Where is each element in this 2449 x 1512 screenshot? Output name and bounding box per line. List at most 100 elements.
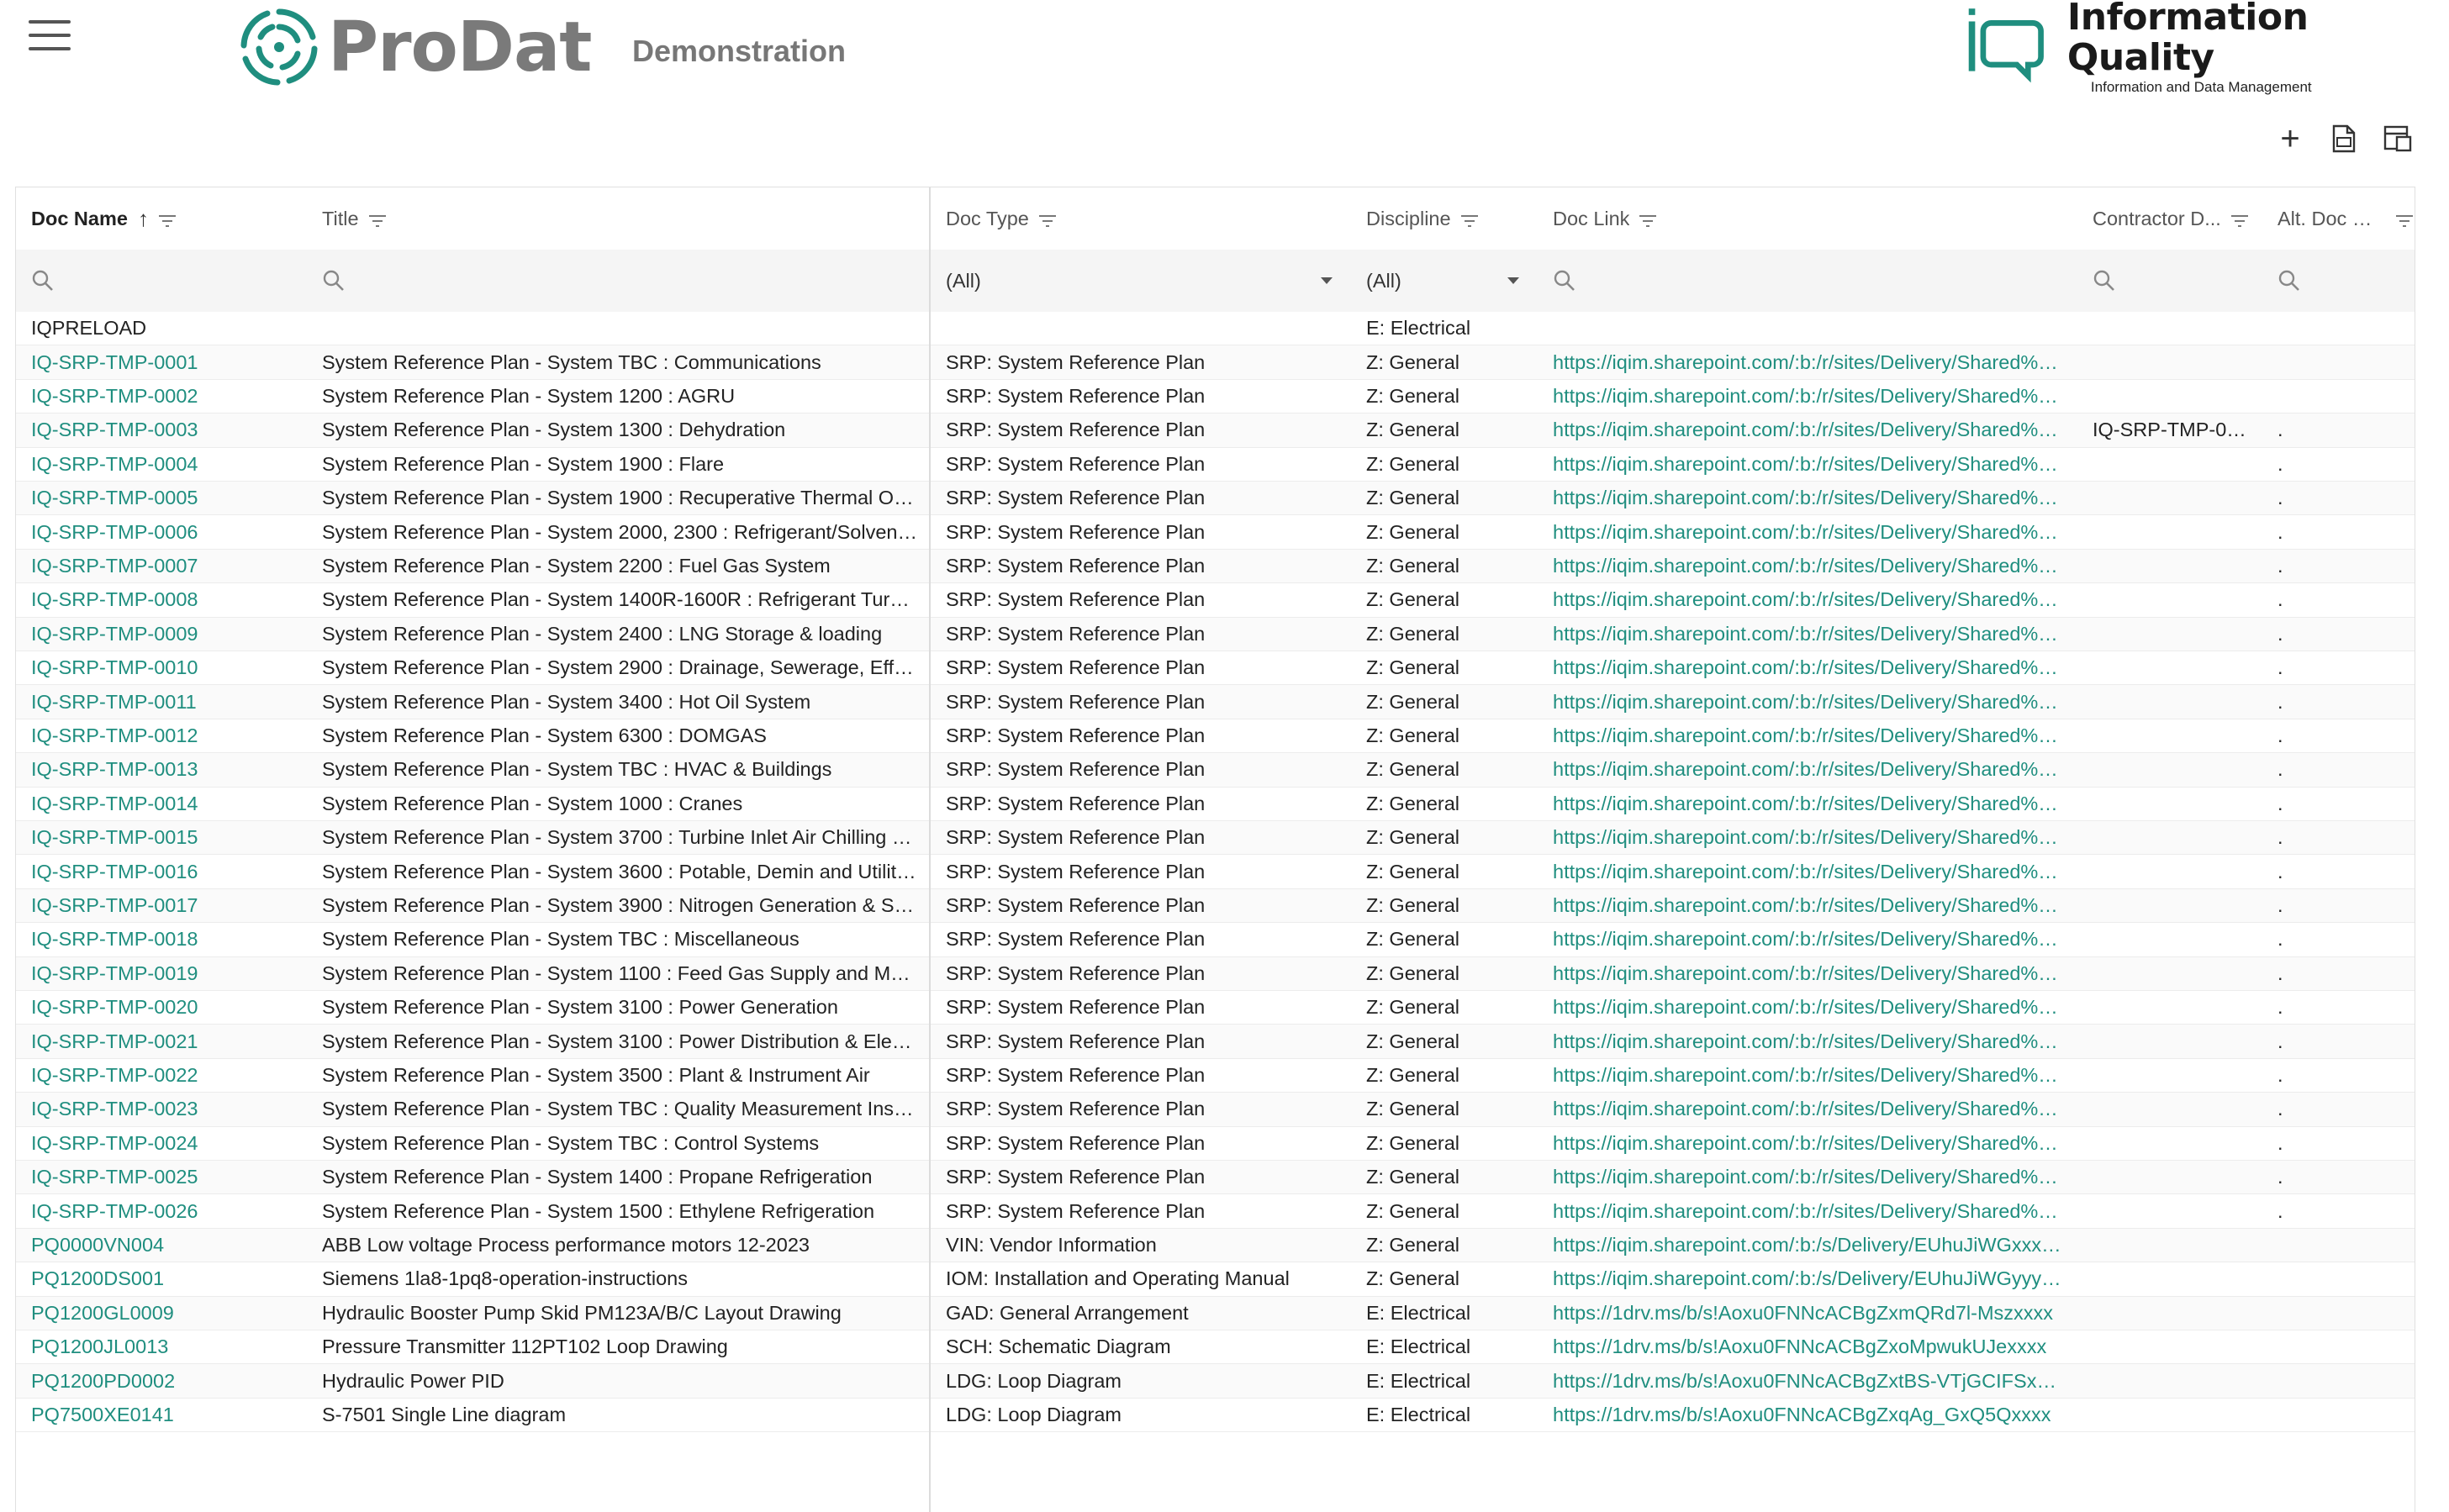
- sort-ascending-icon[interactable]: ↑: [138, 206, 149, 232]
- cell-doc-name[interactable]: IQ-SRP-TMP-0025: [16, 1161, 307, 1193]
- column-header-contractor[interactable]: Contractor D...: [2077, 187, 2262, 250]
- column-header-doc-name[interactable]: Doc Name ↑: [16, 187, 307, 250]
- doc-name-link[interactable]: PQ1200GL0009: [31, 1302, 186, 1325]
- cell-doc-link[interactable]: https://iqim.sharepoint.com/:b:/r/sites/…: [1538, 719, 2077, 752]
- table-row[interactable]: PQ0000VN004 ABB Low voltage Process perfo…: [16, 1228, 2415, 1263]
- hamburger-menu-icon[interactable]: [29, 18, 71, 52]
- cell-doc-link[interactable]: https://1drv.ms/b/s!Aoxu0FNNcACBgZxtBS-V…: [1538, 1364, 2077, 1397]
- cell-doc-link[interactable]: https://iqim.sharepoint.com/:b:/r/sites/…: [1538, 1059, 2077, 1092]
- document-link[interactable]: https://1drv.ms/b/s!Aoxu0FNNcACBgZxoMpwu…: [1553, 1336, 2058, 1358]
- table-row[interactable]: IQ-SRP-TMP-0004 System Reference Plan - S…: [16, 447, 2415, 482]
- document-link[interactable]: https://iqim.sharepoint.com/:b:/r/sites/…: [1553, 894, 2077, 917]
- cell-doc-name[interactable]: PQ0000VN004: [16, 1229, 307, 1262]
- cell-doc-link[interactable]: https://iqim.sharepoint.com/:b:/r/sites/…: [1538, 448, 2077, 481]
- table-row[interactable]: IQ-SRP-TMP-0005 System Reference Plan - S…: [16, 482, 2415, 516]
- table-row[interactable]: IQ-SRP-TMP-0001 System Reference Plan - S…: [16, 345, 2415, 380]
- doc-name-link[interactable]: IQ-SRP-TMP-0009: [31, 623, 210, 645]
- cell-doc-name[interactable]: IQ-SRP-TMP-0014: [16, 788, 307, 820]
- table-row[interactable]: IQ-SRP-TMP-0016 System Reference Plan - S…: [16, 855, 2415, 889]
- table-row[interactable]: IQ-SRP-TMP-0020 System Reference Plan - S…: [16, 991, 2415, 1025]
- document-link[interactable]: https://1drv.ms/b/s!Aoxu0FNNcACBgZxqAg_G…: [1553, 1404, 2062, 1426]
- cell-doc-name[interactable]: IQ-SRP-TMP-0004: [16, 448, 307, 481]
- document-link[interactable]: https://iqim.sharepoint.com/:b:/r/sites/…: [1553, 928, 2077, 951]
- document-link[interactable]: https://iqim.sharepoint.com/:b:/r/sites/…: [1553, 1098, 2077, 1120]
- doc-name-link[interactable]: IQ-SRP-TMP-0013: [31, 758, 210, 781]
- table-row[interactable]: IQ-SRP-TMP-0003 System Reference Plan - S…: [16, 414, 2415, 448]
- dropdown-caret-icon[interactable]: [1507, 277, 1519, 284]
- cell-doc-link[interactable]: https://iqim.sharepoint.com/:b:/r/sites/…: [1538, 889, 2077, 922]
- cell-doc-name[interactable]: IQ-SRP-TMP-0003: [16, 414, 307, 446]
- table-row[interactable]: PQ7500XE0141 S-7501 Single Line diagram LD…: [16, 1398, 2415, 1433]
- doc-name-link[interactable]: IQ-SRP-TMP-0012: [31, 724, 210, 747]
- document-link[interactable]: https://iqim.sharepoint.com/:b:/s/Delive…: [1553, 1267, 2077, 1290]
- cell-doc-name[interactable]: IQ-SRP-TMP-0018: [16, 923, 307, 956]
- cell-doc-link[interactable]: https://iqim.sharepoint.com/:b:/r/sites/…: [1538, 1161, 2077, 1193]
- document-link[interactable]: https://iqim.sharepoint.com/:b:/r/sites/…: [1553, 962, 2077, 985]
- document-link[interactable]: https://iqim.sharepoint.com/:b:/r/sites/…: [1553, 1064, 2077, 1087]
- cell-doc-link[interactable]: https://iqim.sharepoint.com/:b:/r/sites/…: [1538, 1093, 2077, 1125]
- document-link[interactable]: https://iqim.sharepoint.com/:b:/r/sites/…: [1553, 691, 2077, 714]
- cell-doc-link[interactable]: https://iqim.sharepoint.com/:b:/s/Delive…: [1538, 1262, 2077, 1295]
- table-row[interactable]: IQ-SRP-TMP-0017 System Reference Plan - S…: [16, 888, 2415, 924]
- cell-doc-link[interactable]: https://iqim.sharepoint.com/:b:/r/sites/…: [1538, 753, 2077, 786]
- dropdown-caret-icon[interactable]: [1321, 277, 1333, 284]
- cell-doc-name[interactable]: PQ1200PD0002: [16, 1364, 307, 1397]
- doc-name-link[interactable]: IQ-SRP-TMP-0005: [31, 487, 210, 509]
- cell-doc-name[interactable]: PQ1200DS001: [16, 1262, 307, 1295]
- table-row[interactable]: IQ-SRP-TMP-0007 System Reference Plan - S…: [16, 549, 2415, 584]
- cell-doc-link[interactable]: https://iqim.sharepoint.com/:b:/r/sites/…: [1538, 482, 2077, 514]
- doc-name-link[interactable]: PQ1200JL0013: [31, 1336, 180, 1358]
- document-link[interactable]: https://iqim.sharepoint.com/:b:/r/sites/…: [1553, 826, 2077, 849]
- cell-doc-name[interactable]: IQ-SRP-TMP-0013: [16, 753, 307, 786]
- cell-doc-name[interactable]: IQ-SRP-TMP-0002: [16, 380, 307, 413]
- doc-name-link[interactable]: IQ-SRP-TMP-0003: [31, 419, 210, 441]
- cell-doc-link[interactable]: https://iqim.sharepoint.com/:b:/r/sites/…: [1538, 345, 2077, 378]
- column-header-doc-link[interactable]: Doc Link: [1538, 187, 2077, 250]
- document-link[interactable]: https://iqim.sharepoint.com/:b:/r/sites/…: [1553, 588, 2077, 611]
- cell-doc-name[interactable]: IQ-SRP-TMP-0015: [16, 821, 307, 854]
- cell-doc-name[interactable]: IQ-SRP-TMP-0023: [16, 1093, 307, 1125]
- cell-doc-link[interactable]: https://iqim.sharepoint.com/:b:/r/sites/…: [1538, 1194, 2077, 1227]
- cell-doc-link[interactable]: https://1drv.ms/b/s!Aoxu0FNNcACBgZxqAg_G…: [1538, 1399, 2077, 1431]
- cell-doc-link[interactable]: https://iqim.sharepoint.com/:b:/r/sites/…: [1538, 788, 2077, 820]
- table-row[interactable]: PQ1200JL0013 Pressure Transmitter 112PT10…: [16, 1330, 2415, 1365]
- doc-name-link[interactable]: IQ-SRP-TMP-0021: [31, 1030, 210, 1053]
- table-row[interactable]: IQ-SRP-TMP-0024 System Reference Plan - S…: [16, 1126, 2415, 1161]
- cell-doc-link[interactable]: https://iqim.sharepoint.com/:b:/r/sites/…: [1538, 685, 2077, 718]
- cell-doc-name[interactable]: IQ-SRP-TMP-0024: [16, 1127, 307, 1160]
- filter-select-box[interactable]: (All): [1366, 270, 1538, 292]
- column-chooser-button[interactable]: [2382, 123, 2414, 155]
- table-row[interactable]: IQ-SRP-TMP-0021 System Reference Plan - S…: [16, 1025, 2415, 1059]
- cell-doc-link[interactable]: https://iqim.sharepoint.com/:b:/r/sites/…: [1538, 855, 2077, 888]
- cell-doc-link[interactable]: https://iqim.sharepoint.com/:b:/r/sites/…: [1538, 1127, 2077, 1160]
- cell-doc-name[interactable]: IQ-SRP-TMP-0007: [16, 550, 307, 582]
- cell-doc-link[interactable]: https://iqim.sharepoint.com/:b:/r/sites/…: [1538, 957, 2077, 990]
- doc-name-link[interactable]: IQ-SRP-TMP-0026: [31, 1200, 210, 1223]
- doc-name-link[interactable]: IQ-SRP-TMP-0022: [31, 1064, 210, 1087]
- column-filter-icon[interactable]: [2394, 211, 2415, 227]
- table-row[interactable]: IQ-SRP-TMP-0023 System Reference Plan - S…: [16, 1093, 2415, 1127]
- doc-name-link[interactable]: IQ-SRP-TMP-0019: [31, 962, 210, 985]
- doc-name-link[interactable]: IQ-SRP-TMP-0017: [31, 894, 210, 917]
- doc-name-link[interactable]: PQ1200DS001: [31, 1267, 176, 1290]
- table-row[interactable]: IQ-SRP-TMP-0018 System Reference Plan - S…: [16, 923, 2415, 957]
- doc-name-link[interactable]: PQ7500XE0141: [31, 1404, 186, 1426]
- doc-name-link[interactable]: IQ-SRP-TMP-0015: [31, 826, 210, 849]
- cell-doc-name[interactable]: IQ-SRP-TMP-0022: [16, 1059, 307, 1092]
- document-link[interactable]: https://iqim.sharepoint.com/:b:/r/sites/…: [1553, 656, 2077, 679]
- cell-doc-name[interactable]: IQ-SRP-TMP-0010: [16, 651, 307, 684]
- doc-name-link[interactable]: IQ-SRP-TMP-0010: [31, 656, 210, 679]
- table-row[interactable]: PQ1200PD0002 Hydraulic Power PID LDG: Loop…: [16, 1364, 2415, 1399]
- cell-doc-link[interactable]: https://iqim.sharepoint.com/:b:/r/sites/…: [1538, 380, 2077, 413]
- document-link[interactable]: https://iqim.sharepoint.com/:b:/r/sites/…: [1553, 793, 2077, 815]
- doc-name-link[interactable]: PQ0000VN004: [31, 1234, 176, 1256]
- cell-doc-name[interactable]: IQ-SRP-TMP-0020: [16, 991, 307, 1024]
- cell-doc-link[interactable]: https://iqim.sharepoint.com/:b:/r/sites/…: [1538, 651, 2077, 684]
- document-link[interactable]: https://iqim.sharepoint.com/:b:/s/Delive…: [1553, 1234, 2077, 1256]
- document-link[interactable]: https://iqim.sharepoint.com/:b:/r/sites/…: [1553, 419, 2077, 441]
- document-link[interactable]: https://iqim.sharepoint.com/:b:/r/sites/…: [1553, 453, 2077, 476]
- document-link[interactable]: https://iqim.sharepoint.com/:b:/r/sites/…: [1553, 623, 2077, 645]
- cell-doc-link[interactable]: https://iqim.sharepoint.com/:b:/r/sites/…: [1538, 515, 2077, 548]
- cell-doc-link[interactable]: https://1drv.ms/b/s!Aoxu0FNNcACBgZxmQRd7…: [1538, 1297, 2077, 1330]
- table-row[interactable]: IQ-SRP-TMP-0002 System Reference Plan - S…: [16, 379, 2415, 414]
